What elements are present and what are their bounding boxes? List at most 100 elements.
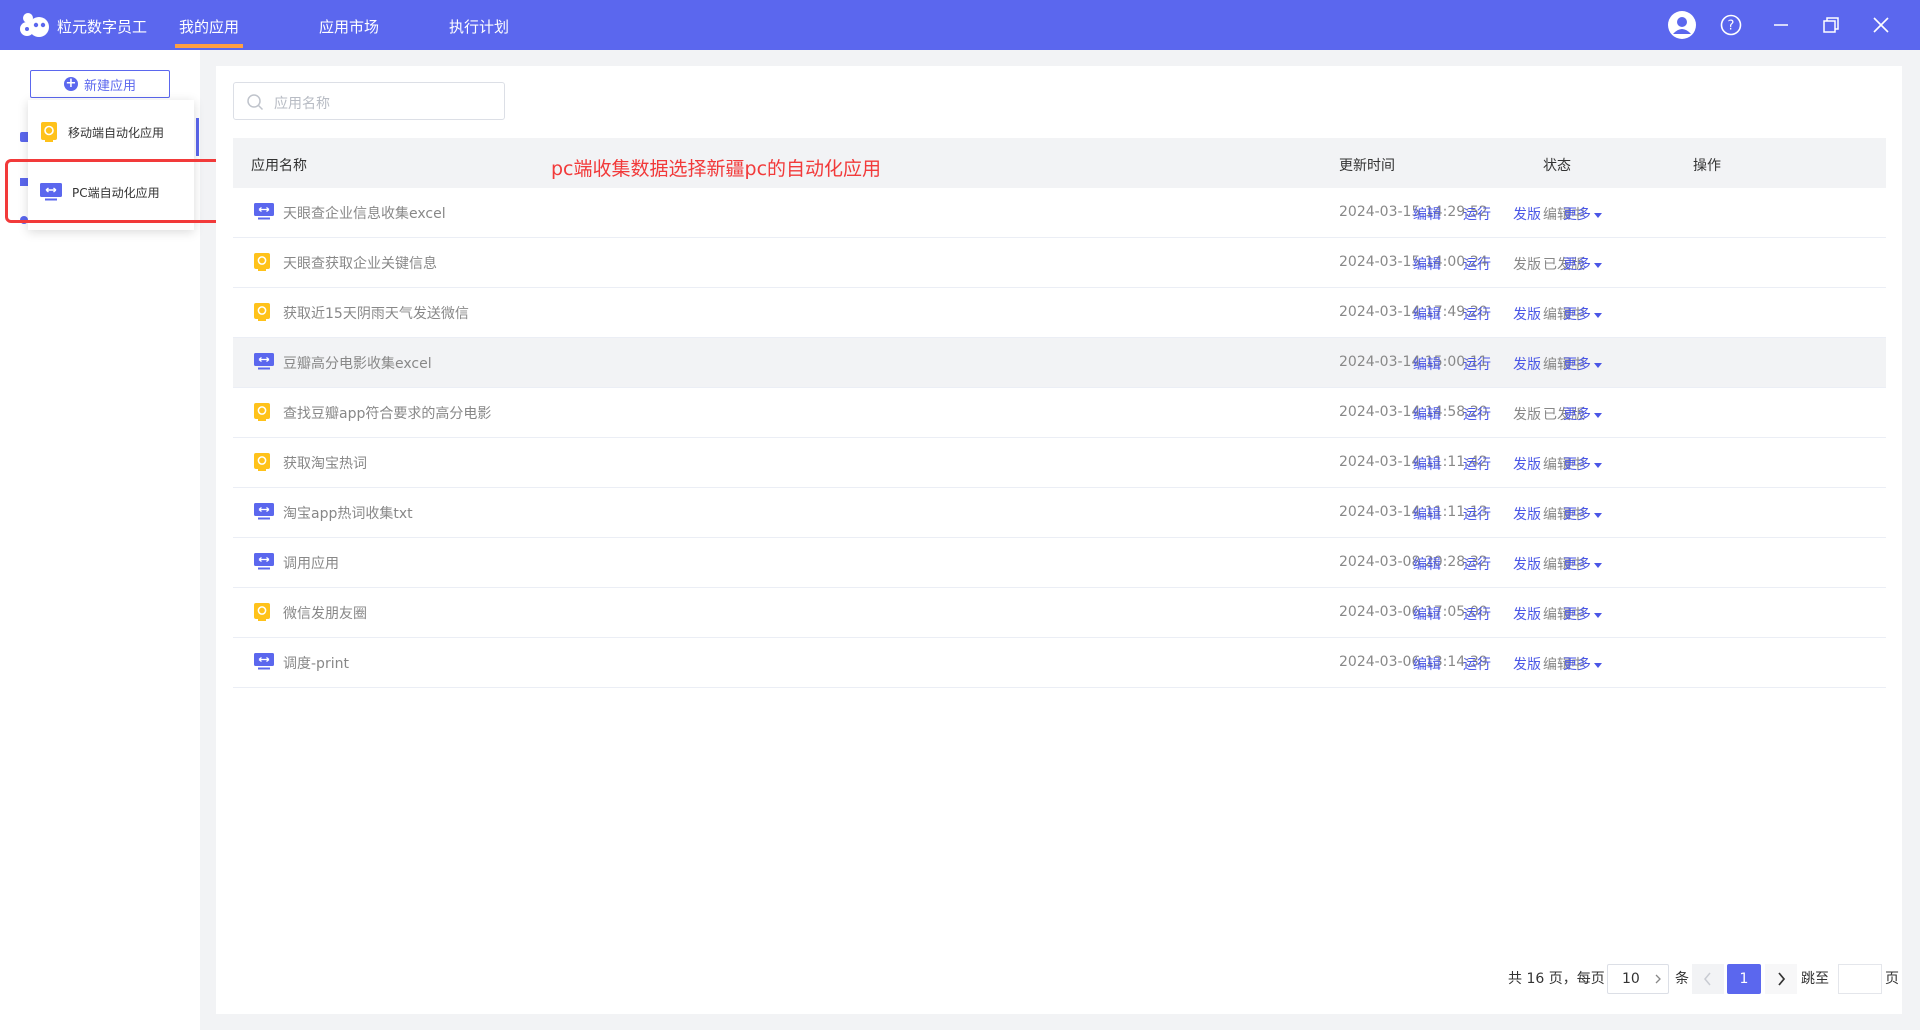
new-app-button[interactable]: + 新建应用 [30,70,170,98]
pc-app-icon [254,203,274,224]
caret-down-icon [1594,562,1602,568]
more-dropdown[interactable]: 更多 [1563,404,1602,424]
more-dropdown[interactable]: 更多 [1563,354,1602,374]
run-link[interactable]: 运行 [1463,604,1491,624]
page-suffix: 页 [1885,971,1899,987]
table-row: 调度-print 2024-03-06 13:14:39 编辑中 编辑 运行 发版 更多 [233,638,1886,688]
publish-link[interactable]: 发版 [1513,304,1541,324]
mobile-app-icon [41,122,57,142]
close-icon[interactable] [1866,10,1896,40]
more-dropdown[interactable]: 更多 [1563,554,1602,574]
mobile-app-icon [254,303,270,325]
edit-link[interactable]: 编辑 [1413,604,1441,624]
chevron-right-icon [1655,974,1661,984]
app-name-cell[interactable]: 天眼查获取企业关键信息 [283,253,437,273]
run-link[interactable]: 运行 [1463,454,1491,474]
pc-app-icon [254,503,274,524]
page-size-unit: 条 [1675,971,1689,987]
dropdown-item-mobile-app[interactable]: 移动端自动化应用 [28,110,194,154]
run-link[interactable]: 运行 [1463,254,1491,274]
mobile-app-icon [254,453,270,475]
publish-link[interactable]: 发版 [1513,654,1541,674]
more-dropdown[interactable]: 更多 [1563,254,1602,274]
app-name-cell[interactable]: 淘宝app热词收集txt [283,503,413,523]
restore-icon[interactable] [1816,10,1846,40]
publish-link[interactable]: 发版 [1513,254,1541,274]
run-link[interactable]: 运行 [1463,554,1491,574]
edit-link[interactable]: 编辑 [1413,504,1441,524]
edit-link[interactable]: 编辑 [1413,354,1441,374]
run-link[interactable]: 运行 [1463,504,1491,524]
user-avatar-icon[interactable] [1667,10,1697,40]
table-row: 豆瓣高分电影收集excel 2024-03-14 15:00:11 编辑中 编辑 运行发… [233,338,1886,388]
prev-page-button[interactable] [1692,964,1724,994]
table-row: 微信发朋友圈 2024-03-06 17:05:00 编辑中 编辑 运行 发版 更多 [233,588,1886,638]
publish-link[interactable]: 发版 [1513,404,1541,424]
more-dropdown[interactable]: 更多 [1563,204,1602,224]
run-link[interactable]: 运行 [1463,304,1491,324]
pc-app-icon [254,353,274,374]
jump-page-input[interactable] [1838,964,1882,994]
app-name-cell[interactable]: 获取近15天阴雨天气发送微信 [283,303,469,323]
more-label: 更多 [1563,307,1591,323]
app-name-cell[interactable]: 调用应用 [283,553,339,573]
plus-icon: + [63,76,78,91]
publish-link[interactable]: 发版 [1513,604,1541,624]
app-name-cell[interactable]: 调度-print [283,653,349,673]
tab-my-apps[interactable]: 我的应用 [174,16,244,48]
sidebar-active-indicator [196,118,199,156]
publish-link[interactable]: 发版 [1513,204,1541,224]
search-placeholder: 应用名称 [274,96,330,112]
run-link[interactable]: 运行 [1463,354,1491,374]
mobile-app-icon [254,253,270,275]
more-dropdown[interactable]: 更多 [1563,454,1602,474]
edit-link[interactable]: 编辑 [1413,554,1441,574]
app-name-cell[interactable]: 查找豆瓣app符合要求的高分电影 [283,403,491,423]
edit-link[interactable]: 编辑 [1413,304,1441,324]
more-dropdown[interactable]: 更多 [1563,304,1602,324]
edit-link[interactable]: 编辑 [1413,654,1441,674]
edit-link[interactable]: 编辑 [1413,404,1441,424]
run-link[interactable]: 运行 [1463,404,1491,424]
run-link[interactable]: 运行 [1463,204,1491,224]
more-label: 更多 [1563,557,1591,573]
apps-table: 应用名称 更新时间 状态 操作 天眼查企业信息收集excel 2024-03-15… [233,138,1886,688]
more-label: 更多 [1563,607,1591,623]
help-icon[interactable]: ? [1716,10,1746,40]
tab-execution-plan[interactable]: 执行计划 [449,16,509,37]
new-app-label: 新建应用 [83,78,136,94]
publish-link[interactable]: 发版 [1513,454,1541,474]
publish-link[interactable]: 发版 [1513,554,1541,574]
next-page-button[interactable] [1765,964,1797,994]
edit-link[interactable]: 编辑 [1413,254,1441,274]
publish-link[interactable]: 发版 [1513,354,1541,374]
edit-link[interactable]: 编辑 [1413,454,1441,474]
edit-link[interactable]: 编辑 [1413,204,1441,224]
table-row: 天眼查获取企业关键信息 2024-03-15 14:00:24 已发版 编辑 运行 发版更… [233,238,1886,288]
app-name-cell[interactable]: 豆瓣高分电影收集excel [283,353,432,373]
search-icon [247,94,264,111]
app-logo-icon [20,13,49,37]
more-dropdown[interactable]: 更多 [1563,504,1602,524]
app-name-cell[interactable]: 获取淘宝热词 [283,453,367,473]
page-size-select[interactable]: 10 [1607,964,1669,994]
page-button-current[interactable]: 1 [1727,964,1761,994]
header-time: 更新时间 [1339,158,1395,174]
app-name-cell[interactable]: 微信发朋友圈 [283,603,367,623]
more-dropdown[interactable]: 更多 [1563,604,1602,624]
pagination-total: 共 16 页，每页 [1508,971,1605,987]
table-header: 应用名称 更新时间 状态 操作 [233,138,1886,188]
more-label: 更多 [1563,357,1591,373]
publish-link[interactable]: 发版 [1513,504,1541,524]
table-body: 天眼查企业信息收集excel 2024-03-15 14:29:52 编辑中 编辑 运行… [233,188,1886,688]
tab-app-market[interactable]: 应用市场 [319,16,379,37]
caret-down-icon [1594,312,1602,318]
mobile-app-icon [254,603,270,625]
pc-app-icon [254,653,274,674]
run-link[interactable]: 运行 [1463,654,1491,674]
mobile-app-icon [254,403,270,425]
more-dropdown[interactable]: 更多 [1563,654,1602,674]
minimize-icon[interactable] [1766,10,1796,40]
app-name-cell[interactable]: 天眼查企业信息收集excel [283,203,446,223]
search-input[interactable]: 应用名称 [233,82,505,120]
